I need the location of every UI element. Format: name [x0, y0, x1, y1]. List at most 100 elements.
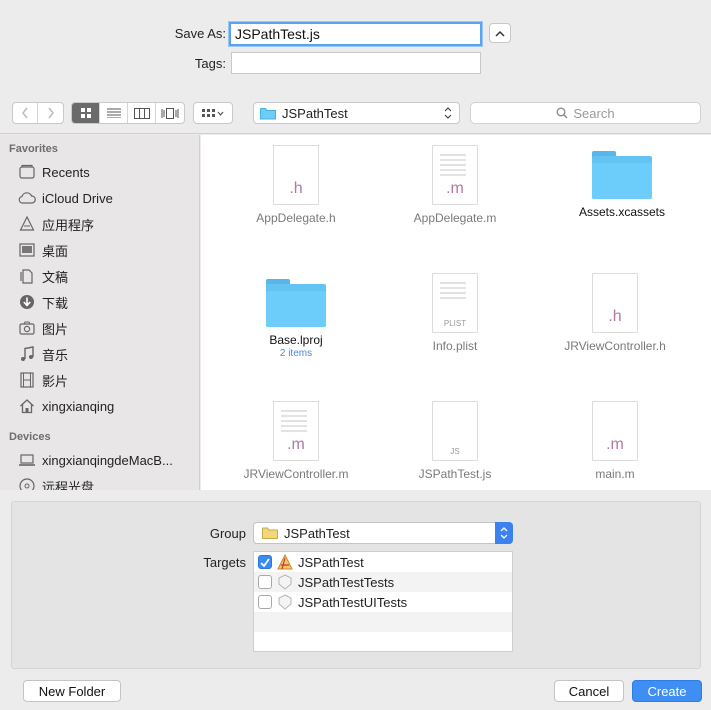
column-view-button[interactable] — [128, 103, 156, 123]
updown-icon — [500, 527, 508, 539]
sidebar-item-label: 文稿 — [42, 269, 69, 285]
cover-flow-button[interactable] — [156, 103, 184, 123]
home-icon — [18, 397, 36, 415]
save-as-field[interactable]: JSPathTest.js — [229, 22, 482, 46]
file-item[interactable]: JS JSPathTest.js — [380, 401, 530, 481]
target-checkbox[interactable] — [258, 595, 272, 609]
favorites-header: Favorites — [9, 143, 58, 155]
sidebar-item-label: iCloud Drive — [42, 190, 113, 206]
documents-icon — [18, 267, 36, 285]
js-file-icon: JS — [432, 401, 478, 461]
target-checkbox[interactable] — [258, 555, 272, 569]
target-row-empty — [254, 612, 512, 632]
new-folder-button[interactable]: New Folder — [23, 680, 121, 702]
icon-view-button[interactable] — [72, 103, 100, 123]
sidebar-item-label: Recents — [42, 164, 90, 180]
sidebar-item-applications[interactable]: 应用程序 — [18, 213, 94, 235]
file-name: Base.lproj — [269, 333, 323, 347]
source-file-icon: .m — [432, 145, 478, 205]
tags-field[interactable] — [231, 52, 481, 74]
sidebar-item-movies[interactable]: 影片 — [18, 369, 68, 391]
file-name: Assets.xcassets — [578, 205, 666, 219]
search-placeholder: Search — [573, 105, 615, 121]
search-icon — [556, 107, 568, 119]
cover-flow-icon — [161, 107, 179, 119]
forward-button[interactable] — [38, 103, 63, 123]
chevron-right-icon — [47, 107, 54, 119]
file-name: JRViewController.h — [564, 339, 666, 353]
sidebar-item-mac[interactable]: xingxianqingdeMacB... — [18, 449, 173, 471]
laptop-icon — [18, 451, 36, 469]
sidebar-item-remote-disc[interactable]: 远程光盘 — [18, 475, 94, 490]
disc-icon — [18, 477, 36, 490]
recents-icon — [18, 163, 36, 181]
sidebar-item-home[interactable]: xingxianqing — [18, 395, 114, 417]
sidebar-item-label: xingxianqingdeMacB... — [42, 452, 173, 468]
group-value: JSPathTest — [284, 525, 350, 541]
sidebar-item-documents[interactable]: 文稿 — [18, 265, 68, 287]
arrange-button[interactable] — [194, 103, 232, 123]
sidebar-item-recents[interactable]: Recents — [18, 161, 90, 183]
file-item[interactable]: .h AppDelegate.h — [221, 145, 371, 225]
file-item[interactable]: .m JRViewController.m — [221, 401, 371, 481]
back-forward-control — [12, 102, 64, 124]
updown-icon — [444, 107, 452, 119]
folder-icon — [266, 279, 326, 327]
targets-label: Targets — [203, 555, 246, 570]
sidebar-item-downloads[interactable]: 下载 — [18, 291, 68, 313]
cloud-icon — [18, 189, 36, 207]
item-count: 2 items — [279, 348, 313, 359]
target-row[interactable]: JSPathTestUITests — [254, 592, 512, 612]
film-icon — [18, 371, 36, 389]
header-file-icon: .h — [273, 145, 319, 205]
back-button[interactable] — [13, 103, 38, 123]
chevron-up-icon — [495, 30, 505, 37]
search-input[interactable]: Search — [470, 102, 701, 124]
sidebar-item-music[interactable]: 音乐 — [18, 343, 68, 365]
cancel-button[interactable]: Cancel — [554, 680, 624, 702]
group-popup[interactable]: JSPathTest — [253, 522, 513, 544]
file-name: AppDelegate.h — [256, 211, 336, 225]
file-name: Info.plist — [432, 339, 478, 353]
desktop-icon — [18, 241, 36, 259]
file-item[interactable]: .m main.m — [540, 401, 690, 481]
sidebar-item-label: 下载 — [42, 295, 69, 311]
columns-icon — [133, 107, 150, 119]
target-checkbox[interactable] — [258, 575, 272, 589]
folder-item[interactable]: Assets.xcassets — [547, 145, 697, 219]
sidebar: Favorites Recents iCloud Drive 应用程序 桌面 文… — [0, 135, 200, 490]
arrange-icon — [202, 109, 224, 117]
folder-icon — [592, 151, 652, 199]
target-name: JSPathTest — [298, 554, 364, 570]
location-popup[interactable]: JSPathTest — [253, 102, 460, 124]
sidebar-item-icloud[interactable]: iCloud Drive — [18, 187, 113, 209]
file-item[interactable]: .h JRViewController.h — [540, 273, 690, 353]
target-row[interactable]: JSPathTest — [254, 552, 512, 572]
test-target-icon — [277, 594, 293, 610]
source-file-icon: .m — [592, 401, 638, 461]
chevron-left-icon — [22, 107, 28, 119]
file-item[interactable]: PLIST Info.plist — [380, 273, 530, 353]
expand-button[interactable] — [489, 23, 511, 43]
group-stepper — [495, 522, 513, 544]
music-note-icon — [18, 345, 36, 363]
sidebar-item-label: xingxianqing — [42, 398, 115, 414]
sidebar-item-label: 应用程序 — [42, 217, 95, 233]
list-icon — [106, 108, 121, 118]
target-row-empty — [254, 632, 512, 652]
sidebar-item-desktop[interactable]: 桌面 — [18, 239, 68, 261]
sidebar-item-label: 影片 — [42, 373, 69, 389]
grid-icon — [80, 108, 91, 118]
sidebar-item-pictures[interactable]: 图片 — [18, 317, 68, 339]
file-browser: .h AppDelegate.h .m AppDelegate.m Assets… — [201, 135, 711, 490]
folder-item[interactable]: Base.lproj 2 items — [221, 273, 371, 359]
create-button[interactable]: Create — [632, 680, 702, 702]
list-view-button[interactable] — [100, 103, 128, 123]
target-row[interactable]: JSPathTestTests — [254, 572, 512, 592]
file-name: JSPathTest.js — [418, 467, 492, 481]
app-target-icon — [277, 554, 293, 570]
plist-file-icon: PLIST — [432, 273, 478, 333]
file-item[interactable]: .m AppDelegate.m — [380, 145, 530, 225]
tags-label: Tags: — [194, 56, 226, 71]
view-mode-control — [71, 102, 185, 124]
